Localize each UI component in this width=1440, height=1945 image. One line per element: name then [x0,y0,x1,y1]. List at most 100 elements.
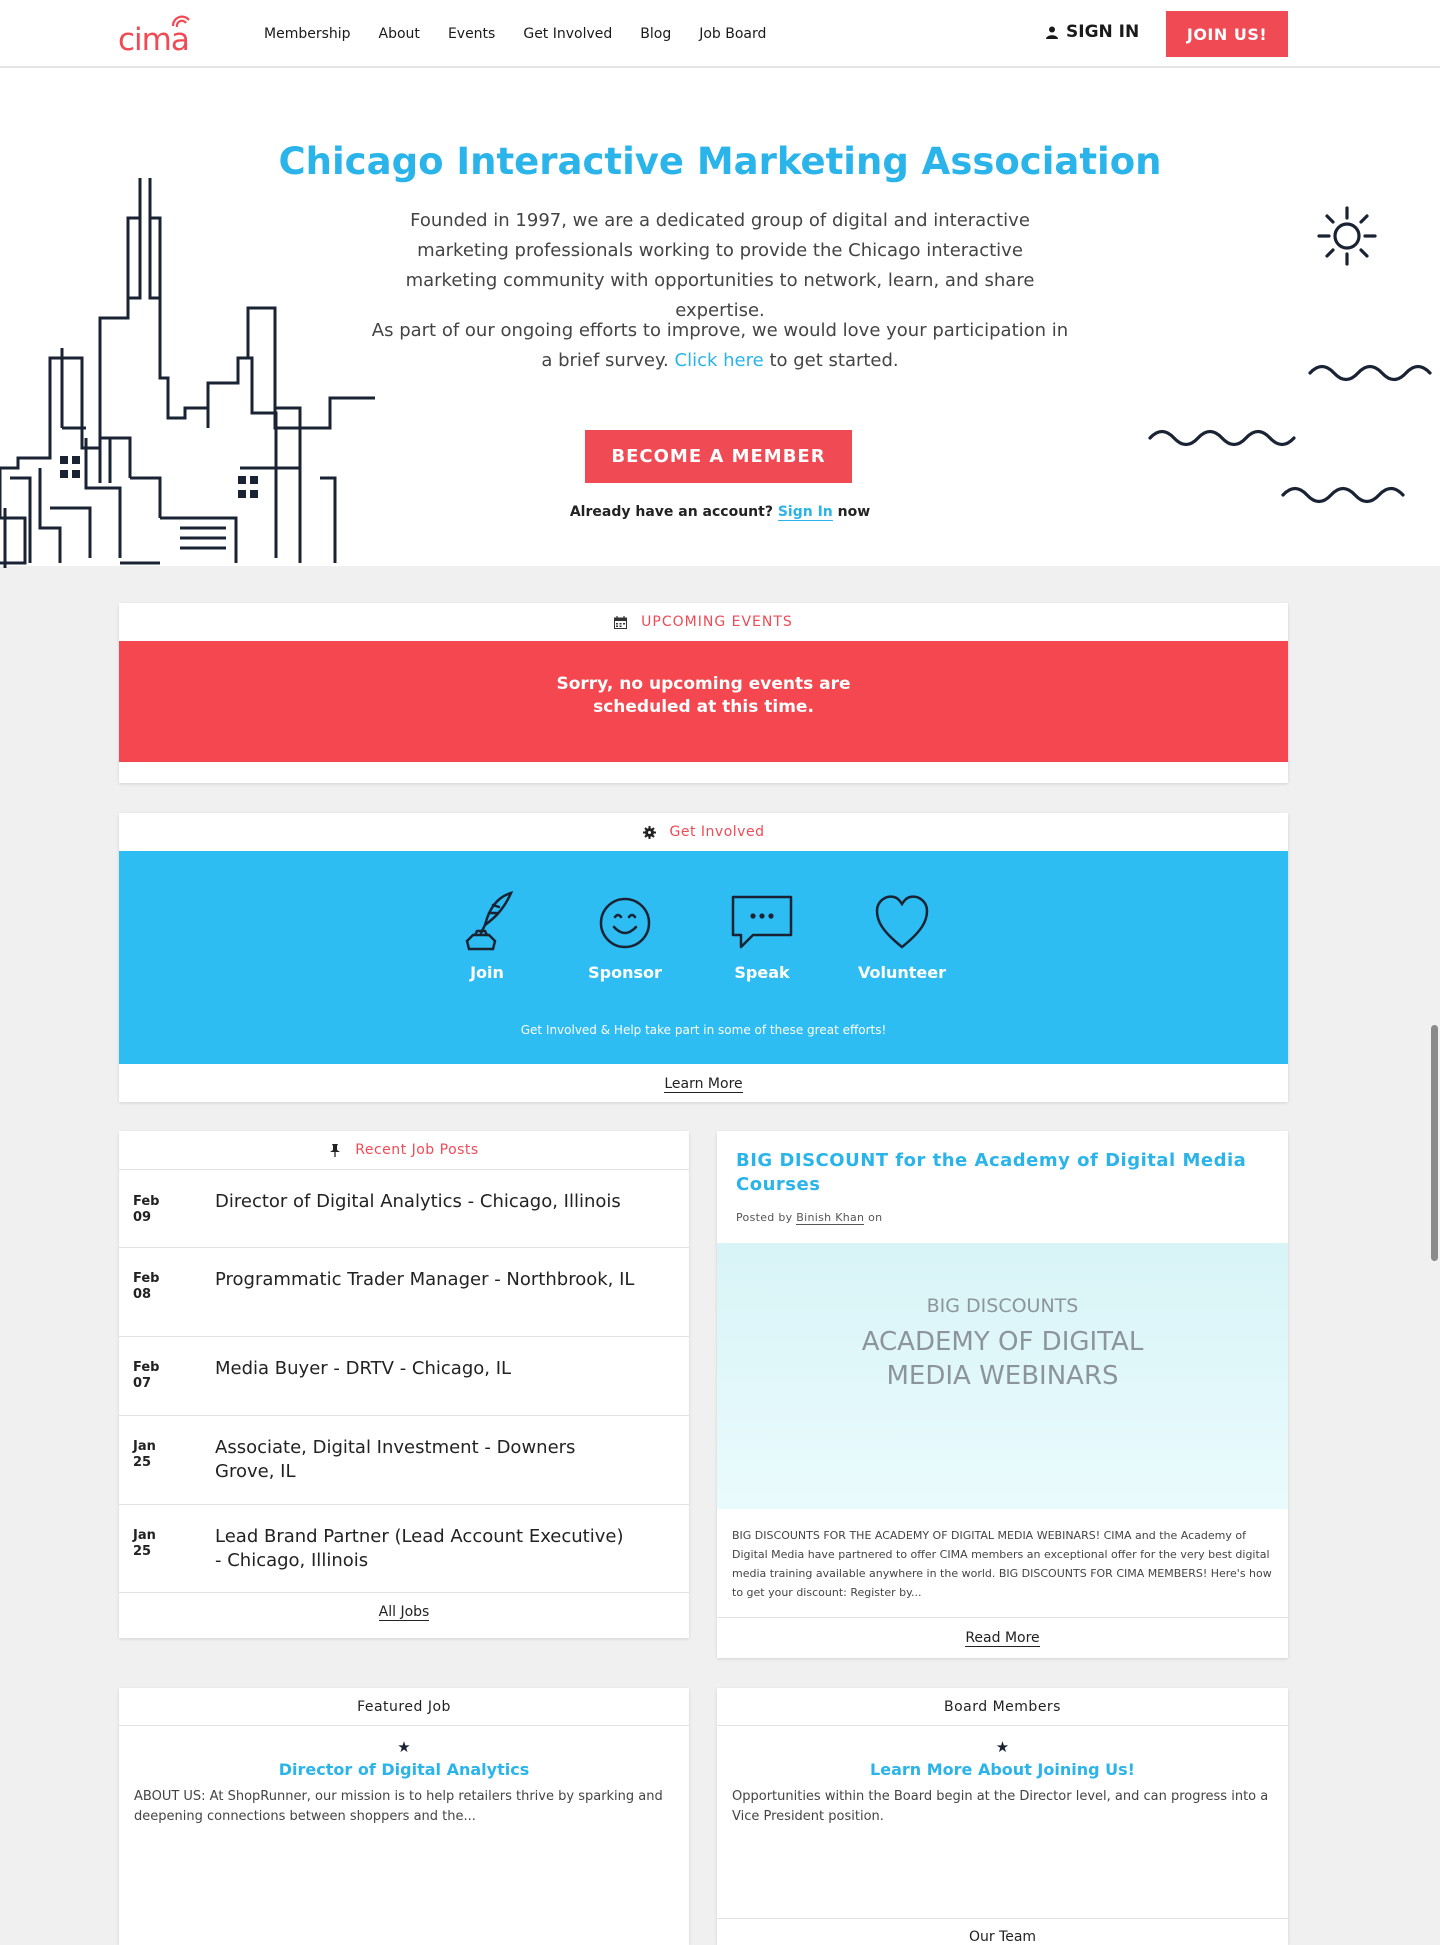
sign-in-link[interactable]: Sign In [777,504,833,521]
board-join-title[interactable]: Learn More About Joining Us! [717,1760,1288,1779]
job-day: 25 [133,1544,152,1559]
job-list-item[interactable]: Feb 07 Media Buyer - DRTV - Chicago, IL [119,1336,689,1415]
job-title: Media Buyer - DRTV - Chicago, IL [215,1358,512,1379]
job-month: Feb [133,1271,160,1286]
user-icon [1046,26,1058,39]
sun-and-waves-illustration [1148,206,1432,504]
job-month: Feb [133,1360,160,1375]
recent-job-posts-card: Recent Job Posts Feb 09 Director of Digit… [119,1131,689,1638]
star-icon: ★ [995,1738,1010,1756]
top-navigation: cima Membership About Events Get Involve… [0,0,1440,68]
page-scrollbar[interactable] [1431,1025,1438,1261]
jobs-header-label: Recent Job Posts [355,1142,479,1158]
job-day: 08 [133,1287,152,1302]
blog-post-card: BIG DISCOUNT for the Academy of Digital … [717,1131,1288,1658]
job-day: 09 [133,1210,152,1225]
involved-speak[interactable]: Speak [707,891,817,982]
nav-link-get-involved[interactable]: Get Involved [523,26,612,42]
image-text-line2: ACADEMY OF DIGITAL [861,1327,1144,1357]
speech-bubble-icon [731,895,793,949]
read-more-link[interactable]: Read More [965,1630,1040,1647]
cima-logo[interactable]: cima [118,12,208,56]
job-day: 25 [133,1455,152,1470]
get-involved-card: Get Involved Join Sponsor Speak Voluntee… [119,813,1288,1102]
job-date: Feb 07 [133,1360,159,1392]
featured-job-header: Featured Job [119,1688,689,1726]
upcoming-events-card: UPCOMING EVENTS Sorry, no upcoming event… [119,603,1288,783]
hero-survey-text: As part of our ongoing efforts to improv… [370,316,1070,376]
featured-job-card: Featured Job ★ Director of Digital Analy… [119,1688,689,1945]
involved-speak-label: Speak [734,963,790,982]
become-member-button[interactable]: BECOME A MEMBER [585,430,852,483]
nav-link-job-board[interactable]: Job Board [699,26,766,42]
job-month: Jan [133,1439,156,1454]
pin-icon [330,1143,341,1157]
our-team-link[interactable]: Our Team [717,1918,1288,1945]
job-list-item[interactable]: Feb 08 Programmatic Trader Manager - Nort… [119,1247,689,1336]
involved-join-label: Join [470,963,504,982]
involved-options-band: Join Sponsor Speak Volunteer Get Involve… [119,851,1288,1064]
survey-link[interactable]: Click here [675,350,764,371]
events-header: UPCOMING EVENTS [119,603,1288,641]
heart-icon [875,895,929,949]
board-members-header: Board Members [717,1688,1288,1726]
featured-job-description: ABOUT US: At ShopRunner, our mission is … [134,1789,663,1824]
already-text-before: Already have an account? [569,504,773,520]
learn-more-link[interactable]: Learn More [664,1076,743,1093]
smiley-face-icon [599,897,651,949]
nav-link-blog[interactable]: Blog [640,26,671,42]
hero-title: Chicago Interactive Marketing Associatio… [278,140,1162,183]
star-icon: ★ [397,1738,411,1756]
all-jobs-link[interactable]: All Jobs [378,1604,430,1621]
hero-section: Chicago Interactive Marketing Associatio… [0,68,1440,568]
jobs-header: Recent Job Posts [119,1131,689,1169]
already-text-after: now [837,504,871,520]
wifi-icon [171,15,190,28]
job-date: Jan 25 [133,1528,156,1560]
job-month: Feb [133,1194,160,1209]
logo-text: cima [118,22,190,58]
job-date: Feb 08 [133,1271,159,1303]
job-date: Feb 09 [133,1194,159,1226]
posted-on-label: on [868,1211,883,1224]
gear-icon [642,825,656,839]
nav-link-membership[interactable]: Membership [264,26,351,42]
job-list-item[interactable]: Feb 09 Director of Digital Analytics - Ch… [119,1169,689,1247]
sign-in-label: SIGN IN [1066,22,1140,42]
image-text-line3: MEDIA WEBINARS [886,1361,1119,1391]
blog-post-byline: Posted by Binish Khan on [736,1211,883,1225]
nav-link-events[interactable]: Events [448,26,495,42]
join-us-button[interactable]: JOIN US! [1166,11,1288,57]
blog-post-image: BIG DISCOUNTS ACADEMY OF DIGITAL MEDIA W… [717,1243,1288,1509]
involved-sponsor-label: Sponsor [588,963,662,982]
blog-author-link[interactable]: Binish Khan [796,1211,865,1225]
involved-volunteer-label: Volunteer [857,963,946,982]
job-title: Programmatic Trader Manager - Northbrook… [215,1269,635,1290]
already-have-account-text: Already have an account? Sign In now [0,504,1440,521]
no-events-line1: Sorry, no upcoming events are [556,674,851,694]
no-events-message: Sorry, no upcoming events are scheduled … [119,641,1288,762]
blog-post-title[interactable]: BIG DISCOUNT for the Academy of Digital … [736,1149,1256,1197]
job-title: Director of Digital Analytics - Chicago,… [215,1191,621,1212]
involved-caption: Get Involved & Help take part in some of… [520,1023,887,1037]
job-date: Jan 25 [133,1439,156,1471]
board-members-card: Board Members ★ Learn More About Joining… [717,1688,1288,1945]
hero-intro-text: Founded in 1997, we are a dedicated grou… [405,210,1035,321]
involved-header: Get Involved [119,813,1288,851]
job-list-item[interactable]: Jan 25 Associate, Digital Investment - Do… [119,1415,689,1504]
image-text-line1: BIG DISCOUNTS [926,1295,1079,1317]
sign-in-button[interactable]: SIGN IN [1046,22,1139,42]
job-month: Jan [133,1528,156,1543]
learn-more-row: Learn More [119,1076,1288,1093]
job-day: 07 [133,1376,152,1391]
involved-join[interactable]: Join [432,891,542,982]
nav-link-about[interactable]: About [379,26,420,42]
involved-sponsor[interactable]: Sponsor [570,891,680,982]
calendar-icon [614,615,628,629]
events-header-label: UPCOMING EVENTS [641,614,793,630]
job-list-item[interactable]: Jan 25 Lead Brand Partner (Lead Account E… [119,1504,689,1593]
featured-job-title[interactable]: Director of Digital Analytics [119,1760,689,1779]
blog-post-excerpt: BIG DISCOUNTS FOR THE ACADEMY OF DIGITAL… [732,1529,1272,1599]
all-jobs-row: All Jobs [119,1604,689,1621]
involved-volunteer[interactable]: Volunteer [847,891,957,982]
